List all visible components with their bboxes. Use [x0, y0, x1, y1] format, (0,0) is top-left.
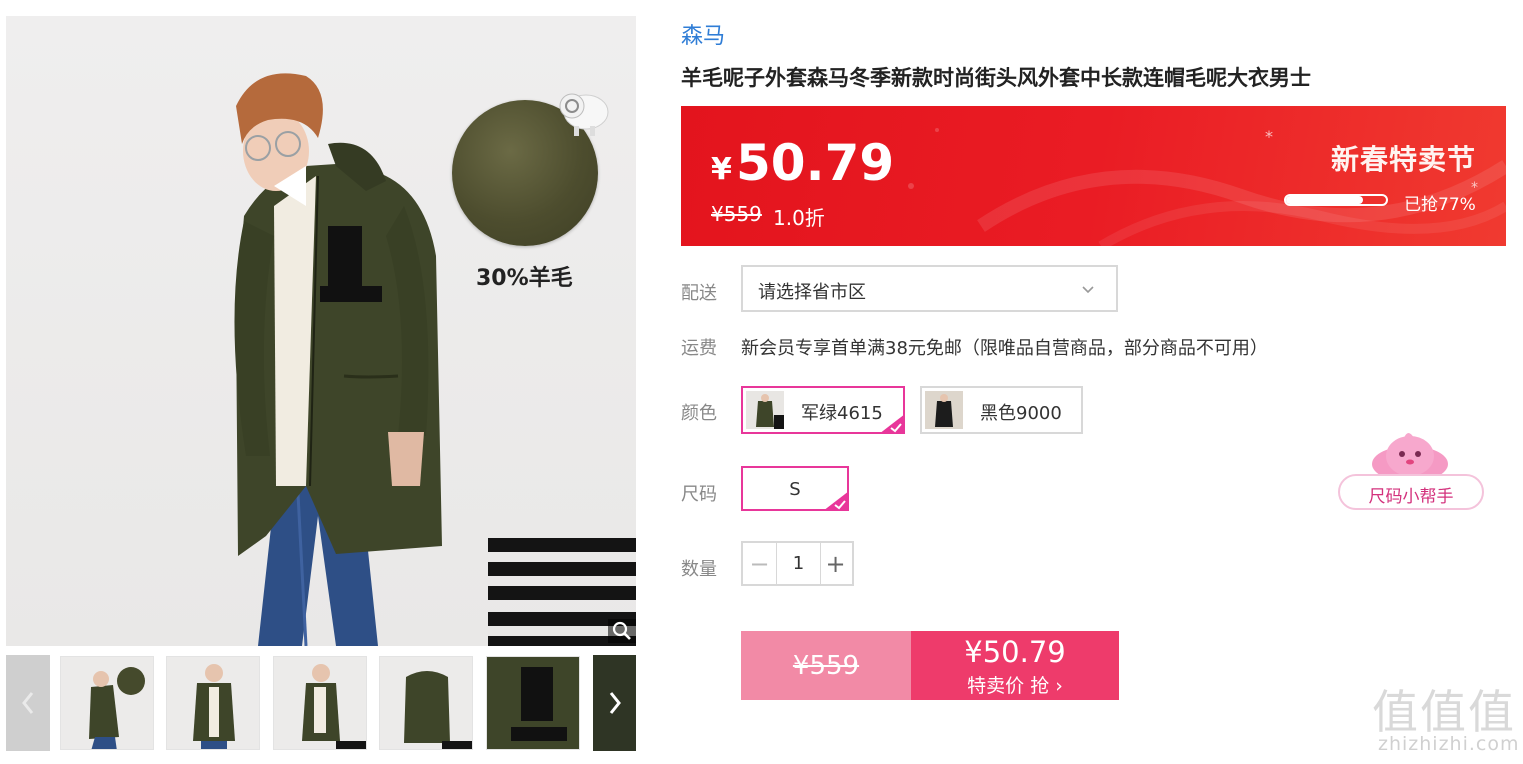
- check-icon: [879, 414, 905, 434]
- sale-price: 50.79: [736, 134, 895, 192]
- size-helper-mascot-icon: [1372, 433, 1448, 480]
- buy-action-label: 特卖价 抢 ›: [967, 675, 1063, 697]
- buy-original-price: ¥559: [792, 650, 860, 681]
- chevron-right-icon: [609, 692, 621, 714]
- thumbnail-3[interactable]: [273, 656, 367, 750]
- color-option-black[interactable]: 黑色9000: [920, 386, 1083, 434]
- color-option-label: 黑色9000: [980, 403, 1062, 424]
- thumbnail-1[interactable]: [60, 656, 154, 750]
- thumbnail-2[interactable]: [166, 656, 260, 750]
- sold-progress-label: 已抢77%: [1404, 195, 1476, 215]
- brand-link[interactable]: 森马: [681, 18, 725, 50]
- buy-sale-price: ¥50.79: [964, 635, 1066, 669]
- thumbnail-5[interactable]: [486, 656, 580, 750]
- quantity-decrease-button[interactable]: −: [743, 543, 776, 584]
- thumbnail-4[interactable]: [379, 656, 473, 750]
- color-option-label: 军绿4615: [801, 403, 883, 424]
- thumbnail-next-button[interactable]: [593, 655, 636, 751]
- promo-banner: * * ¥ 50.79 ¥559 1.0折 新春特卖节 已抢77%: [681, 106, 1506, 246]
- color-thumbnail: [925, 391, 963, 429]
- size-option-s[interactable]: S: [741, 466, 849, 511]
- quantity-input[interactable]: 1: [776, 543, 821, 584]
- price-currency: ¥: [711, 152, 732, 187]
- quantity-stepper[interactable]: − 1 +: [741, 541, 854, 586]
- shipping-info: 新会员专享首单满38元免邮（限唯品自营商品，部分商品不可用）: [741, 338, 1268, 359]
- watermark-url: zhizhizhi.com: [1378, 733, 1520, 755]
- color-label: 颜色: [681, 403, 717, 424]
- chevron-down-icon: [1082, 286, 1094, 294]
- original-price: ¥559: [711, 202, 762, 226]
- buy-now-button[interactable]: ¥50.79 特卖价 抢 ›: [911, 631, 1119, 700]
- festival-title: 新春特卖节: [1330, 143, 1476, 176]
- svg-text:*: *: [1265, 127, 1273, 146]
- sheep-icon: [559, 93, 609, 136]
- quantity-increase-button[interactable]: +: [819, 543, 852, 584]
- size-helper-button[interactable]: 尺码小帮手: [1338, 474, 1484, 510]
- thumbnail-prev-button[interactable]: [6, 655, 50, 751]
- region-placeholder: 请选择省市区: [758, 282, 866, 303]
- sold-progress-fill: [1286, 196, 1363, 204]
- shipping-label: 运费: [681, 338, 717, 359]
- discount-label: 1.0折: [773, 206, 825, 230]
- sold-progress-bar: [1284, 194, 1388, 206]
- color-option-army-green[interactable]: 军绿4615: [741, 386, 905, 434]
- magnifier-icon[interactable]: [608, 619, 636, 643]
- feature-label: 30%羊毛: [476, 266, 573, 291]
- color-thumbnail: [746, 391, 784, 429]
- region-select[interactable]: 请选择省市区: [741, 265, 1118, 312]
- size-label: 尺码: [681, 484, 717, 505]
- buy-original-price-box: ¥559: [741, 631, 911, 700]
- chevron-left-icon: [22, 692, 34, 714]
- product-title: 羊毛呢子外套森马冬季新款时尚街头风外套中长款连帽毛呢大衣男士: [681, 66, 1311, 90]
- quantity-label: 数量: [681, 559, 717, 580]
- main-product-image[interactable]: 30%羊毛: [6, 16, 636, 646]
- size-helper-label: 尺码小帮手: [1368, 487, 1454, 507]
- check-icon: [823, 491, 849, 511]
- buy-panel: ¥559 ¥50.79 特卖价 抢 ›: [741, 631, 1119, 700]
- delivery-label: 配送: [681, 283, 717, 304]
